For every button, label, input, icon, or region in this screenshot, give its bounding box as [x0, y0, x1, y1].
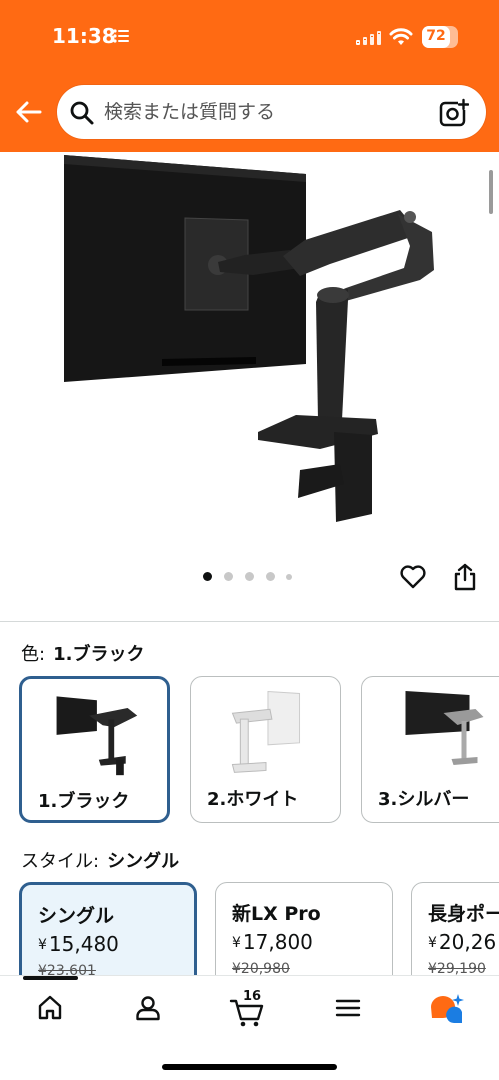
color-option-black[interactable]: 1.ブラック: [19, 676, 170, 823]
color-option-white[interactable]: 2.ホワイト: [190, 676, 341, 823]
battery-icon: 72: [422, 26, 458, 48]
cart-icon[interactable]: [229, 998, 265, 1028]
status-bar: 11:38 72: [0, 0, 499, 80]
carousel-dot[interactable]: [245, 572, 254, 581]
monitor-arm-image: [64, 155, 434, 522]
currency-symbol: ¥: [428, 935, 437, 951]
style-option-name: シングル: [38, 905, 115, 927]
carousel-dot[interactable]: [266, 572, 275, 581]
currency-symbol: ¥: [38, 937, 47, 953]
back-arrow-icon[interactable]: [12, 96, 44, 128]
product-image[interactable]: [0, 152, 499, 622]
color-label: 色:: [21, 644, 46, 665]
silver-arm-thumbnail: [405, 691, 484, 765]
account-icon[interactable]: [134, 994, 162, 1022]
carousel-dot[interactable]: [286, 573, 292, 580]
scroll-indicator[interactable]: [489, 170, 493, 214]
wifi-icon: [389, 28, 413, 45]
menu-icon[interactable]: [334, 994, 362, 1022]
color-label-row: 色: 1.ブラック: [21, 640, 144, 666]
heart-icon[interactable]: [399, 563, 427, 591]
active-tab-indicator: [23, 976, 78, 980]
search-icon: [70, 101, 94, 125]
signal-icon: [356, 31, 381, 45]
camera-search-icon[interactable]: [439, 98, 469, 128]
carousel-dot[interactable]: [224, 572, 233, 581]
style-value: シングル: [107, 851, 180, 872]
battery-level: 72: [426, 28, 446, 44]
divider: [0, 621, 499, 622]
color-option-label: 1.ブラック: [38, 791, 130, 812]
style-label-row: スタイル: シングル: [21, 847, 179, 873]
search-input[interactable]: [104, 99, 404, 125]
color-value: 1.ブラック: [53, 644, 145, 665]
style-label: スタイル:: [21, 851, 100, 872]
rufus-assistant-icon[interactable]: [428, 992, 464, 1026]
style-option-price: ¥20,26: [428, 930, 496, 954]
home-icon[interactable]: [36, 994, 64, 1022]
carousel-dot[interactable]: [203, 572, 212, 581]
color-option-label: 2.ホワイト: [207, 789, 299, 810]
style-option-name: 長身ポー: [428, 903, 499, 925]
black-arm-thumbnail: [56, 696, 138, 776]
white-arm-thumbnail: [231, 690, 301, 773]
list-icon: [113, 29, 129, 43]
price-value: 17,800: [242, 930, 313, 954]
app-header: 11:38 72: [0, 0, 499, 152]
color-option-silver[interactable]: 3.シルバー: [361, 676, 499, 823]
style-option-price: ¥15,480: [38, 932, 119, 956]
price-value: 20,26: [438, 930, 497, 954]
search-bar[interactable]: [57, 85, 486, 139]
style-option-price: ¥17,800: [232, 930, 313, 954]
currency-symbol: ¥: [232, 935, 241, 951]
price-value: 15,480: [48, 932, 119, 956]
style-option-name: 新LX Pro: [232, 903, 321, 925]
status-time: 11:38: [52, 24, 116, 48]
share-icon[interactable]: [452, 563, 478, 591]
home-gesture-bar[interactable]: [162, 1064, 337, 1070]
color-option-label: 3.シルバー: [378, 789, 470, 810]
